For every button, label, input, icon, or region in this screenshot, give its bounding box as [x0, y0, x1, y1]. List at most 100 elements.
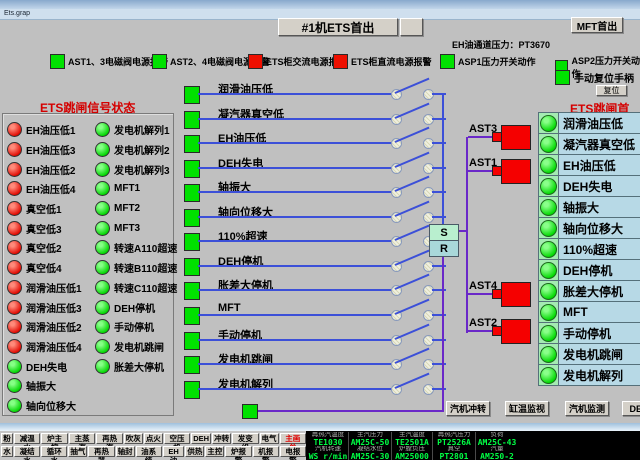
- toolbar-button[interactable]: 油系统: [136, 446, 162, 457]
- reset-button[interactable]: 复位: [596, 85, 627, 96]
- telemetry-cell: 真空PT2801: [433, 446, 476, 460]
- status-lamp: [7, 122, 22, 137]
- wire: [198, 118, 391, 120]
- toolbar-button[interactable]: 冲转: [212, 433, 231, 444]
- sr-latch-reset-cell: R: [430, 241, 458, 256]
- toolbar-button[interactable]: DEH: [191, 433, 211, 444]
- status-lamp: [7, 142, 22, 157]
- toolbar-button[interactable]: 再热器: [88, 446, 114, 457]
- valve-stub-wire: [468, 170, 493, 172]
- wire: [198, 240, 391, 242]
- status-lamp: [7, 359, 22, 374]
- status-label: 真空低1: [26, 201, 62, 216]
- wire: [198, 142, 391, 144]
- toolbar-button[interactable]: 再热汽: [96, 433, 122, 444]
- first-out-lamp: [540, 262, 557, 279]
- toolbar-button[interactable]: 主蒸汽: [69, 433, 95, 444]
- toolbar-button[interactable]: 凝结水: [14, 446, 40, 457]
- toolbar-button[interactable]: 电气: [260, 433, 279, 444]
- telemetry-panel: 再热汽温度TE1030 主汽压力AM25C-50 主汽温度TE2501A 再热汽…: [306, 431, 640, 460]
- turbine-monitor-button[interactable]: 汽机监测: [565, 401, 609, 416]
- first-out-label: 润滑油压低: [559, 112, 640, 134]
- signal-status-item: 润滑油压低2: [7, 317, 82, 337]
- signal-square: [184, 209, 200, 227]
- lamp-cell: [538, 196, 559, 218]
- toolbar-button[interactable]: 炉报警: [225, 446, 251, 457]
- signal-status-item: MFT1: [95, 179, 177, 199]
- deh-button[interactable]: DEH: [622, 401, 640, 416]
- status-label: 转速A110超速: [114, 240, 177, 255]
- toolbar-button[interactable]: 供热: [185, 446, 204, 457]
- toolbar-button[interactable]: 减温水: [14, 433, 40, 444]
- toolbar-button[interactable]: 轴封: [116, 446, 135, 457]
- ets-first-out-side-button[interactable]: [400, 18, 423, 36]
- toolbar-button[interactable]: 粉: [1, 433, 13, 444]
- first-out-label: 110%超速: [559, 238, 640, 260]
- cylinder-temp-monitor-button[interactable]: 缸温监视: [505, 401, 549, 416]
- toolbar-button[interactable]: 电报警: [280, 446, 306, 457]
- wire: [198, 363, 391, 365]
- wire: [198, 265, 391, 267]
- lamp-cell: [538, 259, 559, 281]
- first-out-row: 润滑油压低: [538, 112, 640, 134]
- signal-status-item: 轴向位移大: [7, 396, 82, 416]
- signal-square: [184, 307, 200, 325]
- toolbar-button[interactable]: 主控: [205, 446, 224, 457]
- legend-item: ETS柜直流电源报警: [333, 54, 432, 69]
- toolbar-button[interactable]: 炉主控: [41, 433, 67, 444]
- trip-signal-status-panel: EH油压低1 EH油压低3 EH油压低2 EH油压低4 真空低1 真空低3 真空…: [2, 113, 174, 416]
- trip-logic-row: 润滑油压低: [182, 82, 450, 106]
- telemetry-value: AM250-2: [476, 453, 518, 460]
- toolbar-button[interactable]: 机报警: [253, 446, 279, 457]
- toolbar-button[interactable]: 水: [1, 446, 13, 457]
- valve-stub-wire: [468, 330, 493, 332]
- first-out-label: EH油压低: [559, 154, 640, 176]
- status-lamp: [7, 300, 22, 315]
- status-lamp: [7, 181, 22, 196]
- mft-first-out-button[interactable]: MFT首出: [571, 17, 623, 33]
- valve-box-ast3: [501, 125, 531, 150]
- first-out-row: MFT: [538, 301, 640, 323]
- status-label: 发电机跳闸: [114, 339, 164, 354]
- status-label: 发电机解列1: [114, 122, 170, 137]
- status-lamp: [95, 142, 110, 157]
- signal-status-item: DEH停机: [95, 297, 177, 317]
- toolbar-button[interactable]: 循环水: [41, 446, 67, 457]
- legend-item: ASP1压力开关动作: [440, 54, 536, 69]
- status-lamp: [95, 359, 110, 374]
- lamp-cell: [538, 343, 559, 365]
- toolbar-button[interactable]: 发变组: [232, 433, 258, 444]
- wire: [198, 339, 391, 341]
- wire: [198, 167, 391, 169]
- first-out-row: 轴向位移大: [538, 217, 640, 239]
- first-out-row: 凝汽器真空低: [538, 133, 640, 155]
- status-label: EH油压低3: [26, 142, 75, 157]
- wire: [198, 93, 391, 95]
- first-out-row: 手动停机: [538, 322, 640, 344]
- legend-item: AST1、3电磁阀电源报警: [50, 54, 168, 69]
- status-label: 真空低2: [26, 240, 62, 255]
- first-out-row: 110%超速: [538, 238, 640, 260]
- ets-first-out-button[interactable]: #1机ETS首出: [278, 18, 398, 36]
- lamp-cell: [538, 112, 559, 134]
- first-out-lamp: [540, 346, 557, 363]
- status-label: EH油压低4: [26, 181, 75, 196]
- turbine-roll-button[interactable]: 汽机冲转: [446, 401, 490, 416]
- toolbar-button[interactable]: 吹灰: [124, 433, 143, 444]
- status-label: 真空低4: [26, 260, 62, 275]
- toolbar-button-main-menu[interactable]: 主画单: [280, 433, 306, 444]
- telemetry-row-2: 汽机转速WS r/min 凝结水位AM25C-30 炉膛负压AM25000 真空…: [308, 446, 518, 460]
- first-out-lamp: [540, 157, 557, 174]
- toolbar-button[interactable]: EH油: [163, 446, 185, 457]
- telemetry-value: PT2801: [433, 453, 475, 460]
- signal-status-item: 润滑油压低4: [7, 337, 82, 357]
- toolbar-button[interactable]: 抽气: [68, 446, 87, 457]
- status-label: 发电机解列2: [114, 142, 170, 157]
- lamp-cell: [538, 133, 559, 155]
- first-out-row: 发电机跳闸: [538, 343, 640, 365]
- signal-square: [184, 381, 200, 399]
- window-top-strip: [0, 0, 640, 9]
- toolbar-button[interactable]: 点火: [144, 433, 163, 444]
- toolbar-button[interactable]: 空压机: [164, 433, 190, 444]
- status-lamp: [7, 339, 22, 354]
